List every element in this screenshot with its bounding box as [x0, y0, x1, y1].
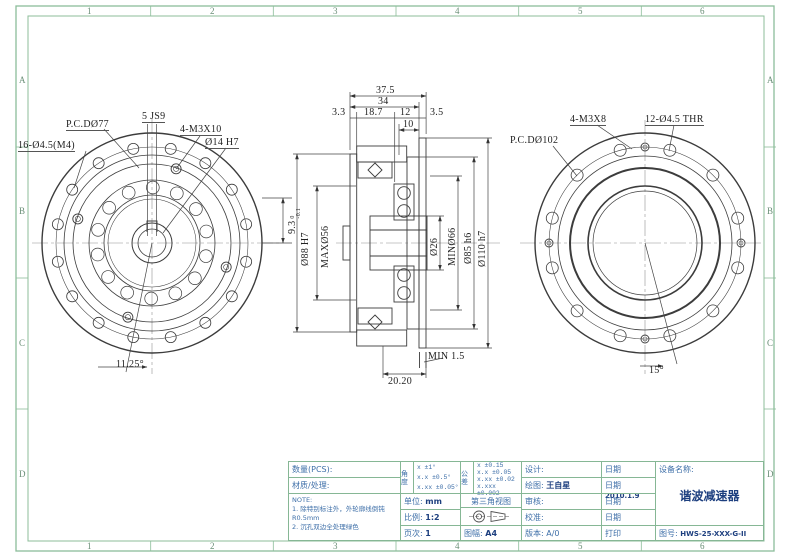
unit-cell: 单位: mm — [400, 493, 461, 510]
dim-angle-15: 15° — [649, 365, 664, 376]
sheet-size-value: A4 — [485, 529, 497, 538]
dim-pcd77: P.C.DØ77 — [66, 119, 109, 131]
dim-37-5: 37.5 — [376, 85, 395, 96]
approve-date-cell: 日期 — [601, 509, 656, 526]
zone-col-bottom: 3 — [333, 541, 338, 551]
dim-bore-14h7: Ø14 H7 — [205, 137, 239, 149]
qty-cell: 数量(PCS): — [288, 461, 401, 478]
dim-screws-4m3x10: 4-M3X10 — [180, 124, 222, 136]
dim-holes-12: 12-Ø4.5 THR — [645, 114, 704, 126]
zone-row-right: A — [767, 75, 774, 85]
dim-dia88: Ø88 H7 — [300, 232, 311, 266]
engineering-drawing-sheet: { "zones": {"cols": ["1","2","3","4","5"… — [0, 0, 790, 558]
zone-col-bottom: 1 — [87, 541, 92, 551]
angle-tol-row: x ±1° — [417, 464, 460, 471]
device-name-cell: 设备名称: 谐波减速器 — [655, 461, 764, 526]
material-cell: 材质/处理: — [288, 477, 401, 494]
dim-depth-tolerance: 0-0.1 — [290, 208, 302, 219]
angle-tolerance-box: 角度 x ±1° x.x ±0.5° x.xx ±0.05° — [400, 461, 461, 494]
zone-col-bottom: 6 — [700, 541, 705, 551]
review-cell: 审核: — [521, 493, 602, 510]
dim-dia66: MINØ66 — [447, 228, 458, 266]
dim-dia26: Ø26 — [429, 238, 440, 256]
note-line: 2. 沉孔双边全处理绿色 — [292, 523, 398, 532]
dim-min-1-5: MIN 1.5 — [428, 351, 465, 362]
version-cell: 版本: A/0 — [521, 525, 602, 541]
print-cell: 打印 — [601, 525, 656, 541]
dim-12: 12 — [400, 107, 411, 118]
note-title: NOTE: — [292, 496, 398, 505]
drawing-number-cell: 图号: HWS-25-XXX-G-II — [655, 525, 764, 541]
dim-20-20: 20.20 — [388, 376, 412, 387]
zone-col: 4 — [455, 6, 460, 16]
zone-col: 3 — [333, 6, 338, 16]
dim-depth-value: 9.3 — [287, 221, 298, 234]
dim-3-5: 3.5 — [430, 107, 443, 118]
zone-col: 1 — [87, 6, 92, 16]
zone-row: D — [19, 469, 26, 479]
scale-cell: 比例: 1:2 — [400, 509, 461, 526]
dim-3-3: 3.3 — [332, 107, 345, 118]
dim-dia110: Ø110 h7 — [477, 231, 488, 267]
zone-col: 2 — [210, 6, 215, 16]
zone-col: 5 — [578, 6, 583, 16]
zone-row-right: B — [767, 206, 773, 216]
dim-pcd102: P.C.DØ102 — [510, 135, 558, 146]
page-cell: 页次: 1 — [400, 525, 461, 541]
design-cell: 设计: — [521, 461, 602, 478]
draft-value: 王自星 — [546, 481, 570, 490]
zone-col: 6 — [700, 6, 705, 16]
device-name-label: 设备名称: — [656, 462, 763, 475]
page-value: 1 — [425, 529, 431, 538]
dim-angle-11-25: 11.25° — [116, 359, 144, 370]
zone-col-bottom: 5 — [578, 541, 583, 551]
zone-row: C — [19, 338, 25, 348]
projection-symbol-cell — [460, 507, 522, 526]
tol-row: x ±0.15 — [477, 462, 521, 469]
angle-tol-row: x.xx ±0.05° — [417, 484, 460, 491]
design-date-cell: 日期 — [601, 461, 656, 478]
zone-col-bottom: 4 — [455, 541, 460, 551]
linear-tolerance-label: 公差 — [461, 462, 474, 493]
note-cell: NOTE: 1. 除特别标注外，外轮廓线倒钝R0.5mm 2. 沉孔双边全处理绿… — [288, 493, 401, 541]
review-date-cell: 日期 — [601, 493, 656, 510]
note-line: 1. 除特别标注外，外轮廓线倒钝R0.5mm — [292, 505, 398, 523]
dim-keyway: 5 JS9 — [142, 111, 165, 123]
zone-row: B — [19, 206, 25, 216]
draft-date-cell: 日期 2010.1.9 — [601, 477, 656, 494]
scale-value: 1:2 — [425, 513, 439, 522]
zone-row-right: D — [767, 469, 774, 479]
projection-cell: 第三角视图 — [460, 493, 522, 508]
third-angle-projection-icon — [461, 508, 521, 525]
linear-tolerance-box: 公差 x ±0.15 x.x ±0.05 x.xx ±0.02 x.xxx ±0… — [460, 461, 522, 494]
tol-row: x.x ±0.05 — [477, 469, 521, 476]
dimension-lines — [74, 92, 677, 378]
dim-dia85: Ø85 h6 — [463, 232, 474, 264]
dim-34: 34 — [378, 96, 389, 107]
angle-tolerance-label: 角度 — [401, 462, 414, 493]
dim-depth-9-3: 9.3 0-0.1 — [287, 208, 302, 234]
section-view — [343, 138, 427, 368]
draft-cell: 绘图: 王自星 — [521, 477, 602, 494]
dim-10: 10 — [403, 119, 414, 130]
unit-value: mm — [425, 497, 442, 506]
zone-row: A — [19, 75, 26, 85]
zone-col-bottom: 2 — [210, 541, 215, 551]
dim-dia56: MAXØ56 — [320, 226, 331, 268]
sheet-size-cell: 图幅: A4 — [460, 525, 522, 541]
dim-18-7: 18.7 — [364, 107, 383, 118]
angle-tol-row: x.x ±0.5° — [417, 474, 460, 481]
approve-cell: 校准: — [521, 509, 602, 526]
dim-screws-4m3x8: 4-M3X8 — [570, 114, 606, 126]
drawing-number-value: HWS-25-XXX-G-II — [680, 530, 746, 538]
dim-holes-16: 16-Ø4.5(M4) — [18, 140, 75, 152]
zone-row-right: C — [767, 338, 773, 348]
device-name-value: 谐波减速器 — [656, 487, 763, 504]
tol-row: x.xx ±0.02 — [477, 476, 521, 483]
